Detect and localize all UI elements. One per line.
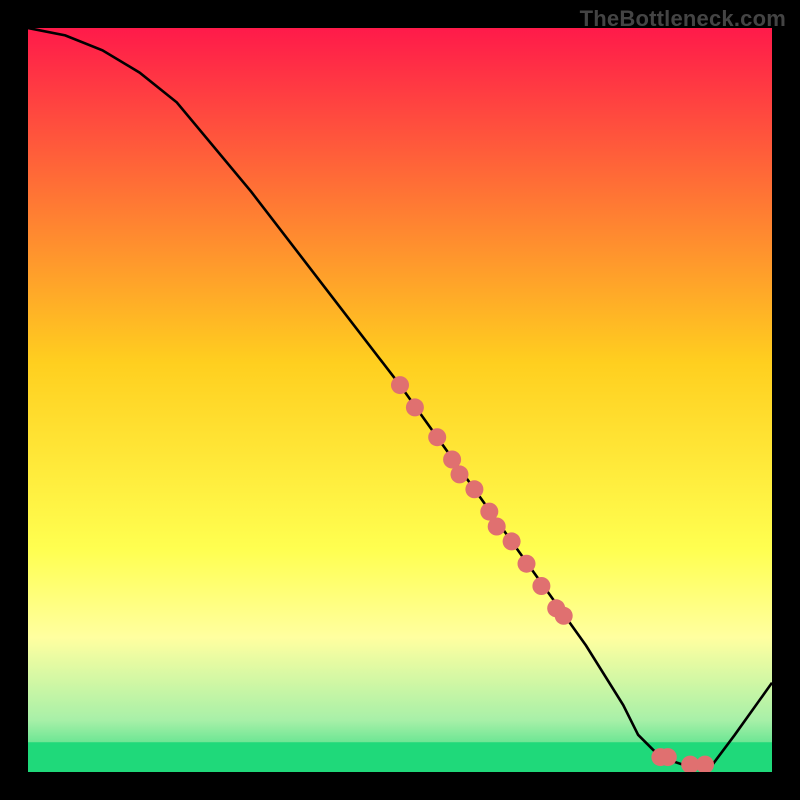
data-point: [518, 555, 536, 573]
gradient-backdrop: [28, 28, 772, 772]
data-point: [465, 480, 483, 498]
plot-area: [28, 28, 772, 772]
data-point: [391, 376, 409, 394]
data-point: [406, 398, 424, 416]
data-point: [532, 577, 550, 595]
data-point: [428, 428, 446, 446]
chart-svg: [28, 28, 772, 772]
data-point: [555, 607, 573, 625]
data-point: [503, 532, 521, 550]
data-point: [488, 518, 506, 536]
data-point: [659, 748, 677, 766]
chart-container: TheBottleneck.com: [0, 0, 800, 800]
data-point: [451, 465, 469, 483]
